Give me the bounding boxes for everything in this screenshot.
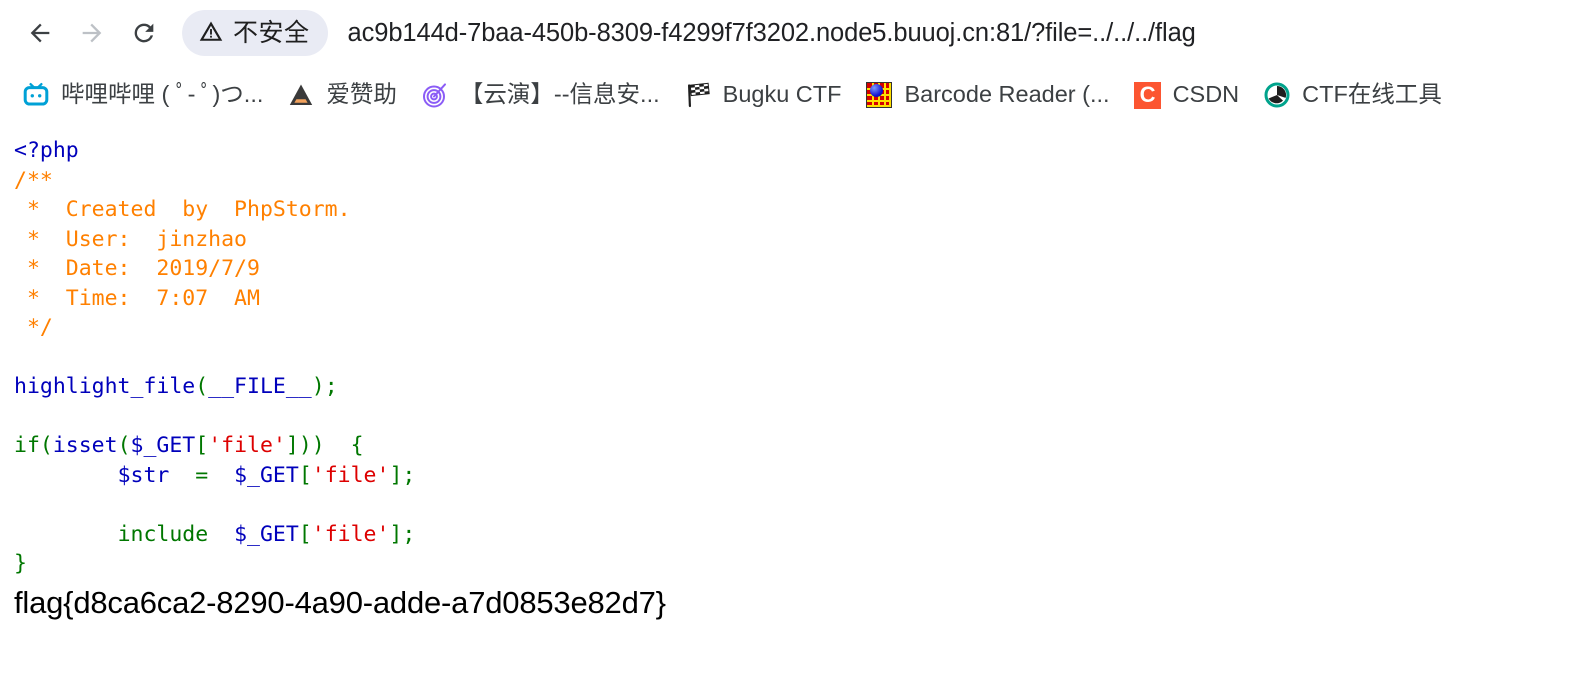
php-doc-comment-line: * Time: 7:07 AM [14,285,260,311]
php-assign-op: = [195,462,209,488]
address-bar[interactable]: 不安全 ac9b144d-7baa-450b-8309-f4299f7f3202… [182,7,1574,59]
url-text[interactable]: ac9b144d-7baa-450b-8309-f4299f7f3202.nod… [348,19,1574,48]
bookmark-label: CSDN [1172,81,1240,108]
php-superglobal-get: $_GET [130,433,196,458]
bilibili-icon [22,81,50,109]
php-doc-comment-line: * Created by PhpStorm. [14,197,351,222]
reload-icon [130,19,158,47]
back-button[interactable] [14,7,66,59]
bookmark-bugku-ctf[interactable]: Bugku CTF [672,75,854,115]
bookmark-label: 哔哩哔哩 ( ﾟ- ﾟ)つ... [61,81,264,108]
php-fn-highlight-file: highlight_file [14,374,196,399]
barcode-reader-icon [865,81,893,109]
bookmark-csdn[interactable]: C CSDN [1122,75,1252,115]
arrow-left-icon [26,19,54,47]
php-keyword-include: include [117,521,209,547]
page-content: <?php /** * Created by PhpStorm. * User:… [0,124,1588,700]
bookmark-label: CTF在线工具 [1302,81,1442,108]
php-semicolon: ; [402,462,416,488]
php-semicolon: ; [402,521,416,547]
php-const-file: __FILE__ [208,374,312,399]
bookmark-label: 爱赞助 [326,81,397,108]
php-superglobal-get: $_GET [234,462,299,488]
reload-button[interactable] [118,7,170,59]
bookmark-yunyan[interactable]: 【云演】--信息安... [409,75,672,115]
php-open-tag: <?php [14,138,79,163]
php-doc-comment-line: * Date: 2019/7/9 [14,256,260,281]
php-semicolon: ; [324,374,338,399]
bookmarks-bar: 哔哩哔哩 ( ﾟ- ﾟ)つ... 爱赞助 【云演】--信息安... Bugku … [0,66,1588,124]
arrow-right-icon [78,19,106,47]
csdn-icon: C [1134,81,1162,109]
bookmark-barcode-reader[interactable]: Barcode Reader (... [853,75,1121,115]
security-status-chip[interactable]: 不安全 [182,10,328,56]
bookmark-label: Barcode Reader (... [904,81,1110,108]
warning-triangle-icon [198,18,224,49]
ctf-tools-icon [1263,81,1291,109]
browser-chrome: 不安全 ac9b144d-7baa-450b-8309-f4299f7f3202… [0,0,1588,124]
php-string-file: 'file' [208,433,286,458]
php-source-listing: <?php /** * Created by PhpStorm. * User:… [14,138,416,576]
target-icon [421,81,449,109]
php-string-file: 'file' [311,521,390,547]
bookmark-ctf-tools[interactable]: CTF在线工具 [1251,75,1454,115]
security-status-label: 不安全 [233,18,310,47]
bookmark-label: 【云演】--信息安... [459,81,660,108]
php-doc-comment-line: /** [14,167,53,193]
php-close-brace: } [14,551,27,576]
php-open-brace: { [350,433,364,458]
php-string-file: 'file' [311,462,390,488]
php-var-str: $str [117,462,170,488]
php-doc-comment-line: */ [14,315,53,340]
checkered-flag-icon [684,81,712,109]
flag-output-text: flag{d8ca6ca2-8290-4a90-adde-a7d0853e82d… [14,584,666,620]
forward-button[interactable] [66,7,118,59]
browser-toolbar: 不安全 ac9b144d-7baa-450b-8309-f4299f7f3202… [0,0,1588,66]
php-fn-isset: isset [52,433,118,458]
php-superglobal-get: $_GET [234,521,299,547]
php-keyword-if: if [14,433,40,458]
bookmark-aizanzhu[interactable]: 爱赞助 [275,75,409,115]
aizanzhu-icon [287,81,315,109]
bookmark-bilibili[interactable]: 哔哩哔哩 ( ﾟ- ﾟ)つ... [10,75,275,115]
bookmark-label: Bugku CTF [722,81,842,108]
php-doc-comment-line: * User: jinzhao [14,226,247,252]
